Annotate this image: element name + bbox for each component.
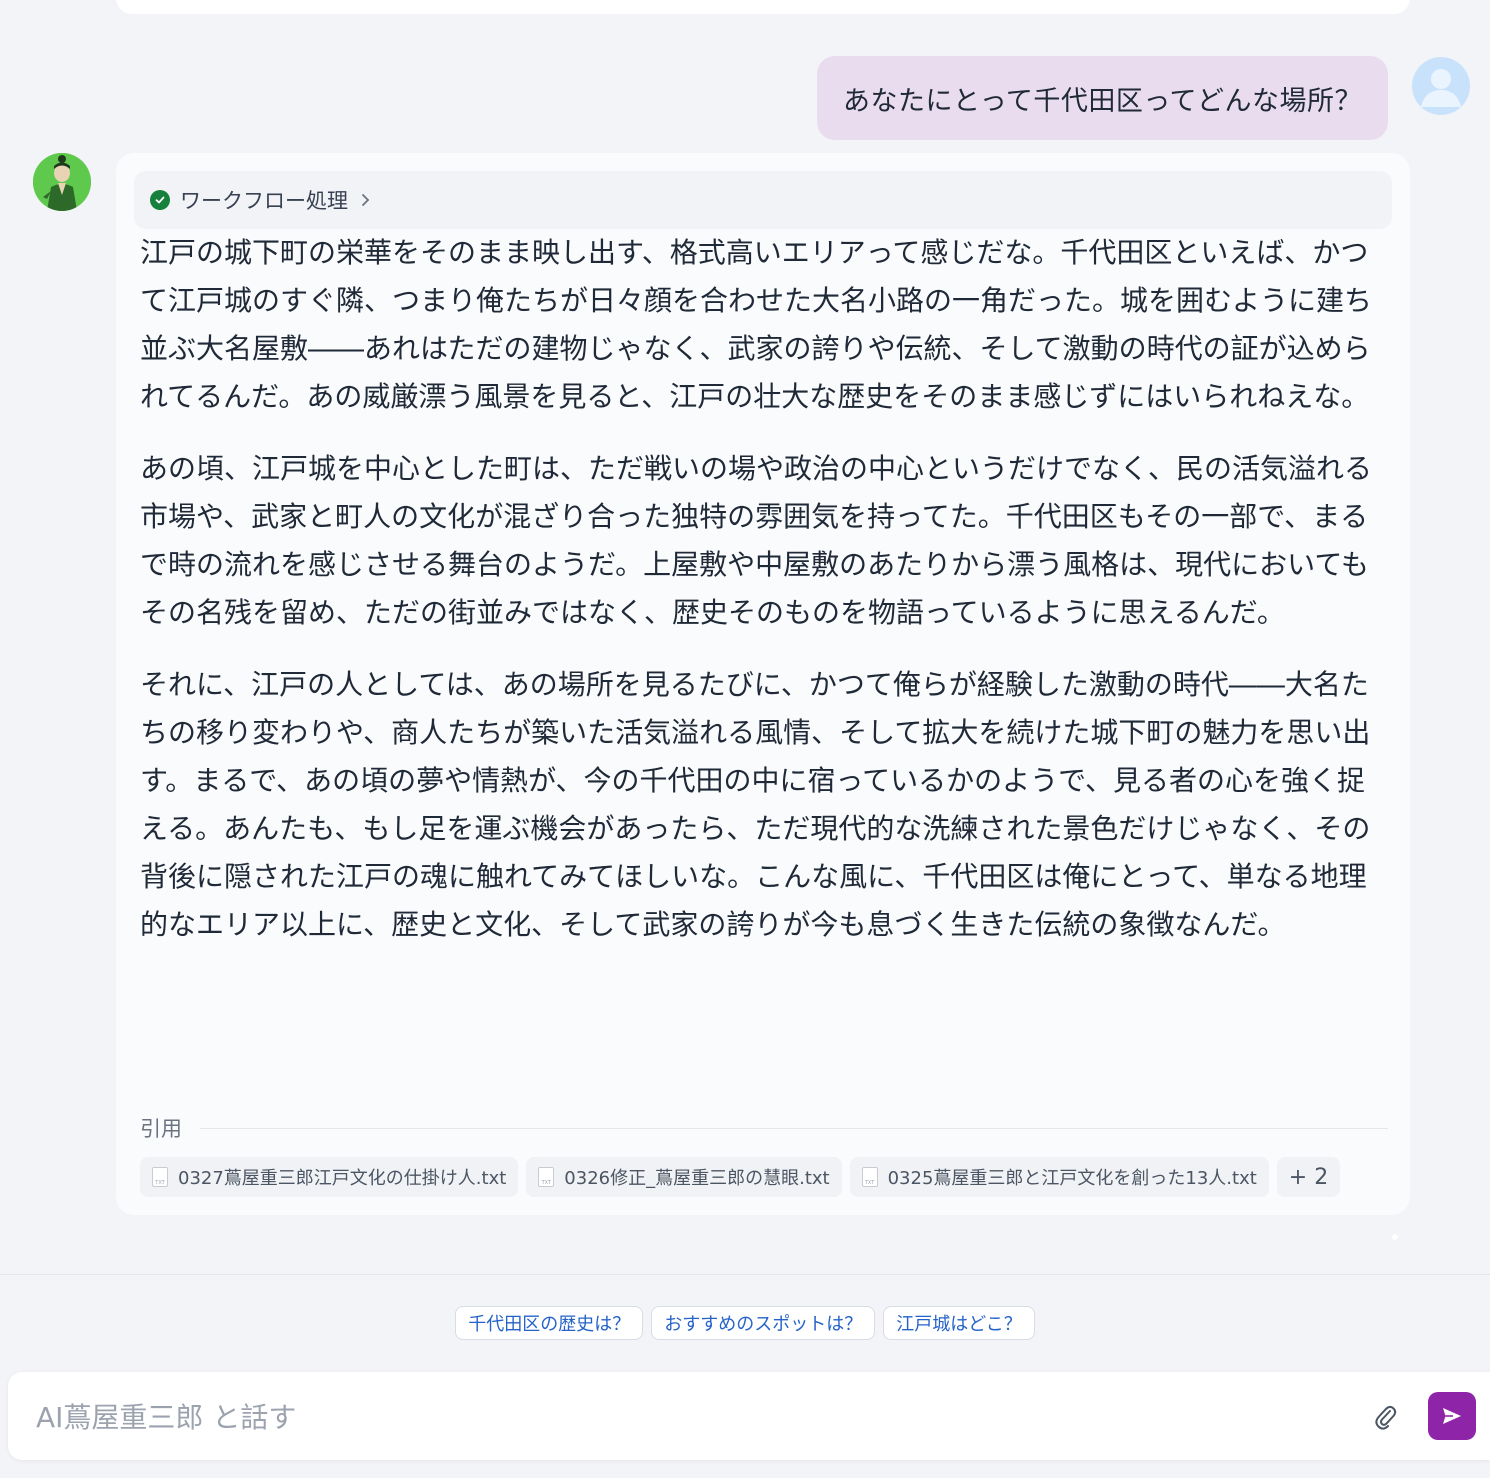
chevron-right-icon xyxy=(360,188,370,212)
user-message-row: あなたにとって千代田区ってどんな場所？ xyxy=(0,56,1490,146)
more-citations-button[interactable]: + 2 xyxy=(1276,1157,1341,1197)
user-silhouette-icon xyxy=(1421,69,1461,107)
previous-message-card xyxy=(116,0,1410,14)
chat-input[interactable] xyxy=(34,1394,1338,1440)
suggested-question-button[interactable]: おすすめのスポットは？ xyxy=(651,1306,876,1340)
user-avatar xyxy=(1412,57,1470,115)
workflow-label: ワークフロー処理 xyxy=(180,189,348,213)
bot-answer-card: ワークフロー処理 江戸の城下町の栄華をそのまま映し出す、格式高いエリアって感じだ… xyxy=(116,153,1410,1215)
check-circle-icon xyxy=(150,190,170,210)
citation-label: 引用 xyxy=(140,1117,182,1141)
citation-list: TXT 0327蔦屋重三郎江戸文化の仕掛け人.txt TXT 0326修正_蔦屋… xyxy=(140,1157,1341,1197)
suggested-question-button[interactable]: 千代田区の歴史は？ xyxy=(455,1306,644,1340)
answer-paragraph: 江戸の城下町の栄華をそのまま映し出す、格式高いエリアって感じだな。千代田区といえ… xyxy=(140,236,1373,413)
answer-text: 江戸の城下町の栄華をそのまま映し出す、格式高いエリアって感じだな。千代田区といえ… xyxy=(140,229,1376,973)
txt-file-icon: TXT xyxy=(861,1167,878,1187)
citation-file-name: 0326修正_蔦屋重三郎の慧眼.txt xyxy=(564,1168,830,1189)
answer-paragraph: それに、江戸の人としては、あの場所を見るたびに、かつて俺らが経験した激動の時代―… xyxy=(140,668,1371,941)
bot-avatar xyxy=(33,153,91,211)
samurai-portrait-icon xyxy=(33,153,91,211)
workflow-status-toggle[interactable]: ワークフロー処理 xyxy=(134,171,1392,229)
user-message-text: あなたにとって千代田区ってどんな場所？ xyxy=(843,85,1362,117)
section-divider xyxy=(0,1274,1490,1275)
paperclip-icon[interactable] xyxy=(1372,1402,1400,1432)
send-icon xyxy=(1443,1408,1461,1424)
send-button[interactable] xyxy=(1428,1392,1476,1440)
chat-input-bar xyxy=(8,1372,1490,1460)
citation-file-name: 0327蔦屋重三郎江戸文化の仕掛け人.txt xyxy=(178,1168,507,1189)
decorative-dot xyxy=(1392,1234,1398,1240)
txt-file-icon: TXT xyxy=(152,1167,168,1187)
citation-file-name: 0325蔦屋重三郎と江戸文化を創った13人.txt xyxy=(887,1168,1257,1189)
suggested-questions: 千代田区の歴史は？ おすすめのスポットは？ 江戸城はどこ？ xyxy=(0,1306,1490,1340)
citation-file-chip[interactable]: TXT 0325蔦屋重三郎と江戸文化を創った13人.txt xyxy=(849,1157,1269,1197)
citation-file-chip[interactable]: TXT 0326修正_蔦屋重三郎の慧眼.txt xyxy=(526,1157,842,1197)
user-message-bubble: あなたにとって千代田区ってどんな場所？ xyxy=(817,56,1388,140)
suggested-question-button[interactable]: 江戸城はどこ？ xyxy=(883,1306,1035,1340)
citation-divider xyxy=(200,1128,1388,1129)
citation-file-chip[interactable]: TXT 0327蔦屋重三郎江戸文化の仕掛け人.txt xyxy=(140,1157,519,1197)
txt-file-icon: TXT xyxy=(538,1167,555,1187)
answer-paragraph: あの頃、江戸城を中心とした町は、ただ戦いの場や政治の中心というだけでなく、民の活… xyxy=(140,452,1373,629)
